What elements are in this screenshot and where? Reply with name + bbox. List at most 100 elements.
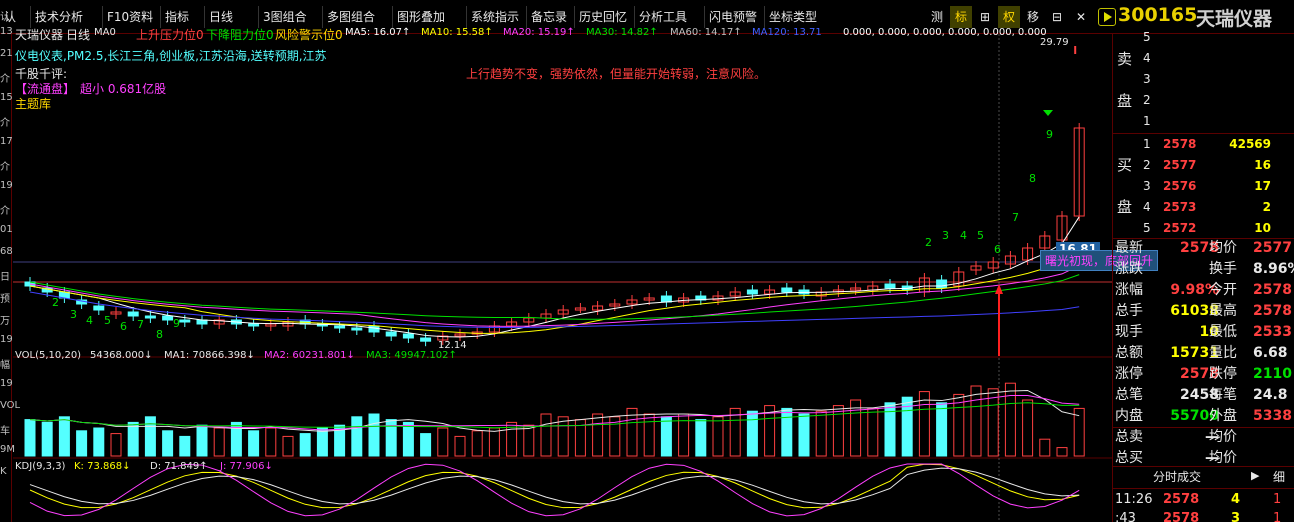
system-signal-button[interactable]: 系统指示 bbox=[466, 6, 523, 28]
volume-bar bbox=[523, 424, 535, 457]
kline-chart[interactable] bbox=[13, 34, 1112, 522]
f10-button[interactable]: F10资料 bbox=[102, 6, 157, 28]
stat-value: 8.96% bbox=[1253, 261, 1294, 277]
analysis-tools-button[interactable]: 分析工具 bbox=[634, 6, 691, 28]
axis-type-button[interactable]: 坐标类型 bbox=[764, 6, 821, 28]
seq-high-7: 7 bbox=[1012, 211, 1019, 224]
daily-button[interactable]: 日线 bbox=[204, 6, 237, 28]
support-label: 下降阻力位0 bbox=[206, 28, 274, 42]
vol-value: 54368.000↓ bbox=[90, 350, 153, 361]
stat-key: 总卖 bbox=[1115, 429, 1143, 445]
tick-price: 2578 bbox=[1163, 492, 1200, 507]
stat-key: 最高 bbox=[1209, 303, 1237, 319]
volume-bar bbox=[1004, 382, 1016, 457]
candle-body bbox=[162, 315, 174, 321]
buy-volume: 2 bbox=[1262, 200, 1271, 214]
buy-price: 2578 bbox=[1163, 137, 1197, 151]
volume-bar bbox=[918, 391, 930, 457]
buy-row: 5 2572 10 bbox=[1113, 218, 1294, 239]
play-icon[interactable] bbox=[1098, 8, 1116, 26]
volume-bar bbox=[213, 427, 225, 457]
left-scale-label: 车 bbox=[0, 426, 10, 437]
buy-level: 4 bbox=[1143, 200, 1151, 214]
tick-time: 11:26 bbox=[1115, 492, 1153, 507]
volume-bar bbox=[557, 416, 569, 457]
left-scale-label: 19 bbox=[0, 334, 13, 345]
seq-high-5: 5 bbox=[977, 229, 984, 242]
left-scale-label: 19 bbox=[0, 180, 13, 191]
volume-bar bbox=[695, 419, 707, 457]
ma60-value: MA60: 14.17↑ bbox=[670, 27, 742, 38]
left-scale-label: 01 bbox=[0, 224, 13, 235]
stat-row: 总额 15731 量比 6.68 bbox=[1113, 343, 1294, 364]
stock-name-label: 天瑞仪器 bbox=[15, 28, 64, 42]
ma10-value: MA10: 15.58↑ bbox=[421, 27, 493, 38]
sell-row: 5 bbox=[1113, 27, 1294, 48]
grid-icon[interactable]: ⊞ bbox=[974, 6, 996, 28]
stat-value: 2110 bbox=[1253, 366, 1292, 382]
candle-body bbox=[351, 327, 363, 331]
minimize-icon[interactable]: ⊟ bbox=[1046, 6, 1068, 28]
vol-ma1-line bbox=[29, 389, 1080, 432]
stat-key: 最新 bbox=[1115, 240, 1143, 256]
kdj-j: J: 77.906↓ bbox=[220, 461, 273, 472]
left-scale-strip: 认 13 21 介 15 介 17 介 19 介 01 68 日预万 19 幅 19 VOL 车 9M K bbox=[0, 12, 20, 522]
sell-row: 2 bbox=[1113, 90, 1294, 111]
divider bbox=[1113, 466, 1294, 467]
history-button[interactable]: 历史回忆 bbox=[574, 6, 631, 28]
quote-panel: 卖盘 5 4 3 2 1 买盘 1 2578 42569 2 2577 16 3 2576 17 4 2573 2 5… bbox=[1112, 30, 1294, 522]
volume-bar bbox=[162, 430, 174, 457]
buy-volume: 17 bbox=[1254, 179, 1271, 193]
tab-arrow-icon[interactable]: ▶ bbox=[1251, 469, 1259, 482]
volume-bar bbox=[316, 427, 328, 457]
rights-button[interactable]: 权 bbox=[998, 6, 1020, 28]
indicator-button[interactable]: 指标 bbox=[160, 6, 193, 28]
tick-volume: 4 bbox=[1231, 492, 1241, 507]
concept-tags: 仪电仪表,PM2.5,长江三角,创业板,江苏沿海,送转预期,江苏 bbox=[15, 49, 327, 63]
move-button[interactable]: 移 bbox=[1022, 6, 1044, 28]
sell-level: 5 bbox=[1143, 30, 1151, 44]
seq-high-2: 2 bbox=[925, 236, 932, 249]
sell-level: 4 bbox=[1143, 51, 1151, 65]
kdj-d: D: 71.849↑ bbox=[150, 461, 208, 472]
technical-analysis-button[interactable]: 技术分析 bbox=[30, 6, 87, 28]
tab-detail[interactable]: 细 bbox=[1273, 468, 1285, 485]
sell-row: 4 bbox=[1113, 48, 1294, 69]
measure-button[interactable]: 测 bbox=[926, 6, 948, 28]
volume-bar bbox=[196, 424, 208, 457]
candle-body bbox=[936, 279, 948, 289]
left-scale-label: 17 bbox=[0, 136, 13, 147]
chart-canvas[interactable] bbox=[13, 34, 1112, 522]
period-label: 日线 bbox=[66, 28, 91, 42]
alert-button[interactable]: 闪电预警 bbox=[704, 6, 761, 28]
candle-body bbox=[402, 333, 414, 339]
volume-bar bbox=[454, 435, 466, 457]
memo-button[interactable]: 备忘录 bbox=[526, 6, 571, 28]
volume-bar bbox=[540, 413, 552, 457]
volume-bar bbox=[488, 427, 500, 457]
stat-key: 今开 bbox=[1209, 282, 1237, 298]
close-icon[interactable]: ✕ bbox=[1070, 6, 1092, 28]
buy-row: 4 2573 2 bbox=[1113, 197, 1294, 218]
stock-code: 300165 bbox=[1118, 4, 1198, 26]
ma0-label: MA0 bbox=[94, 27, 116, 38]
ma5-value: MA5: 16.07↑ bbox=[345, 27, 411, 38]
overlay-button[interactable]: 图形叠加 bbox=[392, 6, 449, 28]
tab-time-sales[interactable]: 分时成交 bbox=[1153, 468, 1201, 485]
volume-bar bbox=[282, 435, 294, 457]
topic-library[interactable]: 主题库 bbox=[15, 95, 51, 112]
left-scale-label: 19 bbox=[0, 378, 13, 389]
volume-bar bbox=[265, 427, 277, 457]
buy-level: 3 bbox=[1143, 179, 1151, 193]
candle-body bbox=[248, 323, 260, 327]
left-scale-label: 介 bbox=[0, 206, 10, 217]
mark-button[interactable]: 标 bbox=[950, 6, 972, 28]
left-scale-label: K bbox=[0, 466, 7, 477]
three-chart-button[interactable]: 3图组合 bbox=[258, 6, 311, 28]
volume-bar bbox=[368, 413, 380, 457]
seq-high-4: 4 bbox=[960, 229, 967, 242]
kdj-name: KDJ(9,3,3) bbox=[15, 461, 66, 472]
multi-chart-button[interactable]: 多图组合 bbox=[322, 6, 379, 28]
stat-value: 2577 bbox=[1253, 240, 1292, 256]
buy-level: 1 bbox=[1143, 137, 1151, 151]
